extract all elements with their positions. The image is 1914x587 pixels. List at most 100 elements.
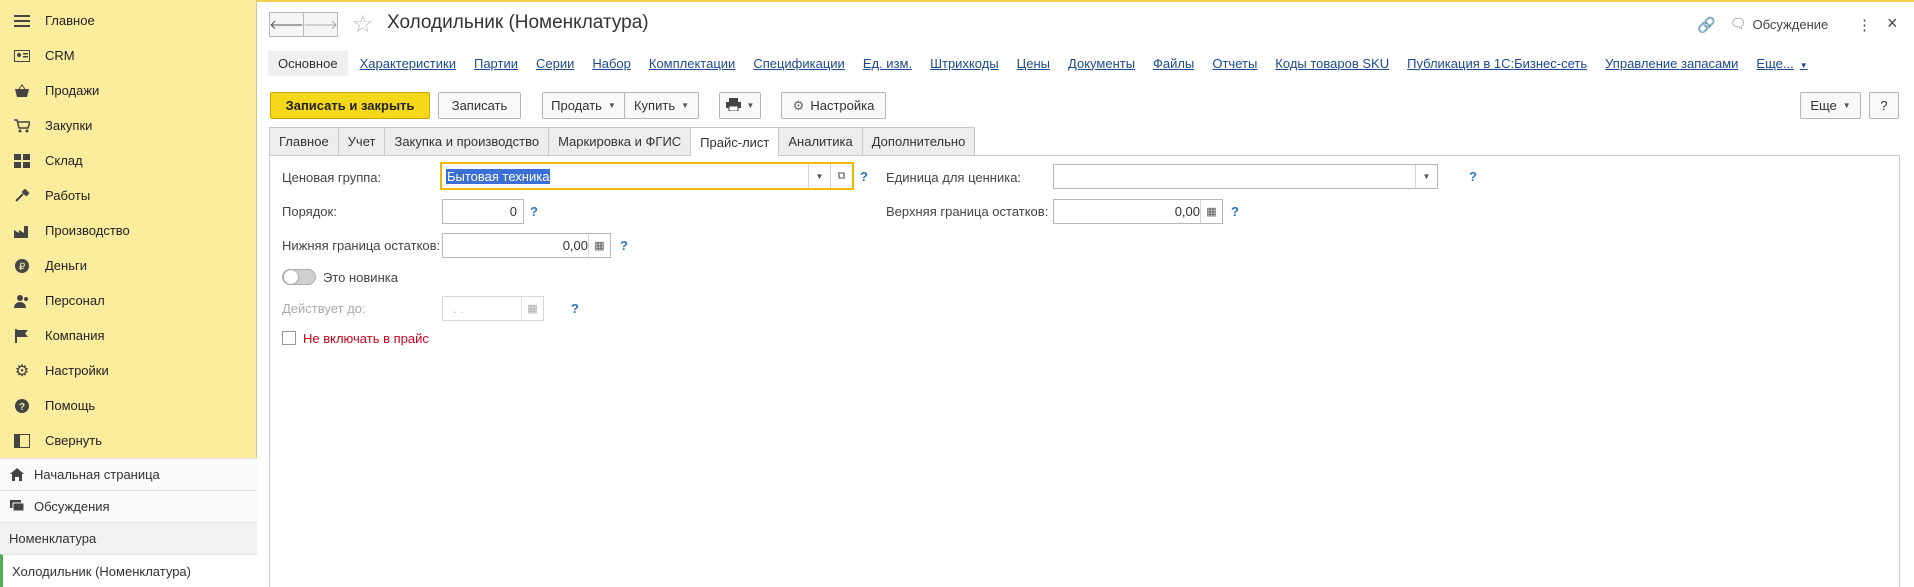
save-button[interactable]: Записать <box>438 92 521 119</box>
sidebar-item-company[interactable]: Компания <box>0 319 257 352</box>
close-icon: × <box>1887 13 1898 33</box>
tab-purchase-production[interactable]: Закупка и производство <box>384 127 550 155</box>
back-button[interactable]: 🡐 <box>269 12 304 37</box>
link-main[interactable]: Основное <box>268 50 348 76</box>
tab-price-list[interactable]: Прайс-лист <box>690 127 780 156</box>
valid-until-field[interactable]: . . ▦ <box>442 296 544 321</box>
sidebar-discussions[interactable]: Обсуждения <box>0 490 257 522</box>
link-series[interactable]: Серии <box>536 56 574 71</box>
link-prices[interactable]: Цены <box>1017 56 1050 71</box>
basket-icon <box>12 81 32 101</box>
buy-button[interactable]: Купить ▼ <box>624 92 699 119</box>
sidebar-item-label: CRM <box>45 48 75 63</box>
more-label: Еще <box>1810 98 1837 113</box>
new-product-label: Это новинка <box>323 270 398 285</box>
tools-icon <box>12 186 32 206</box>
sidebar-open-item[interactable]: Холодильник (Номенклатура) <box>0 554 257 587</box>
link-barcodes[interactable]: Штрихкоды <box>930 56 999 71</box>
sidebar-item-production[interactable]: Производство <box>0 214 257 247</box>
favorite-star-icon[interactable]: ☆ <box>352 10 374 39</box>
chevron-down-icon[interactable]: ▼ <box>808 164 830 188</box>
calendar-icon[interactable]: ▦ <box>521 297 543 320</box>
price-group-help-icon[interactable]: ? <box>860 169 868 184</box>
tab-additional[interactable]: Дополнительно <box>861 127 976 155</box>
sidebar-item-label: Главное <box>45 13 95 28</box>
sidebar-item-works[interactable]: Работы <box>0 179 257 212</box>
min-stock-field[interactable]: 0,00 ▦ <box>442 233 611 258</box>
sidebar-item-money[interactable]: ₽ Деньги <box>0 249 257 282</box>
discuss-button[interactable]: 🗨 Обсуждение <box>1730 16 1828 32</box>
open-icon[interactable]: ⧉ <box>830 164 852 188</box>
link-icon: 🔗 <box>1697 17 1716 34</box>
sidebar-item-collapse[interactable]: Свернуть <box>0 424 257 457</box>
sidebar-item-sales[interactable]: Продажи <box>0 74 257 107</box>
order-field[interactable]: 0 <box>442 199 524 224</box>
link-kits[interactable]: Комплектации <box>649 56 735 71</box>
order-label: Порядок: <box>282 204 337 219</box>
sell-label: Продать <box>551 98 602 113</box>
discussions-label: Обсуждения <box>34 499 110 514</box>
tab-accounting[interactable]: Учет <box>337 127 386 155</box>
valid-until-help-icon[interactable]: ? <box>571 301 579 316</box>
toggle-knob <box>283 269 299 285</box>
link-button[interactable]: 🔗 <box>1697 16 1716 34</box>
sidebar-item-personnel[interactable]: Персонал <box>0 284 257 317</box>
link-characteristics[interactable]: Характеристики <box>360 56 456 71</box>
tab-marking[interactable]: Маркировка и ФГИС <box>548 127 692 155</box>
price-group-selected-text: Бытовая техника <box>446 169 551 184</box>
section-label: Номенклатура <box>9 531 97 546</box>
sidebar-item-label: Работы <box>45 188 91 203</box>
sidebar-item-purchases[interactable]: Закупки <box>0 109 257 142</box>
order-help-icon[interactable]: ? <box>530 204 538 219</box>
link-specifications[interactable]: Спецификации <box>753 56 845 71</box>
sidebar-item-crm[interactable]: CRM <box>0 39 257 72</box>
settings-button[interactable]: ⚙ Настройка <box>781 92 886 119</box>
sidebar-item-main[interactable]: Главное <box>0 4 257 37</box>
close-button[interactable]: × <box>1887 13 1898 34</box>
link-batches[interactable]: Партии <box>474 56 518 71</box>
sidebar-item-warehouse[interactable]: Склад <box>0 144 257 177</box>
price-group-field[interactable]: Бытовая техника ▼ ⧉ <box>440 162 854 190</box>
new-product-toggle[interactable] <box>282 269 316 285</box>
page-title: Холодильник (Номенклатура) <box>387 12 649 33</box>
link-sku-codes[interactable]: Коды товаров SKU <box>1275 56 1389 71</box>
sidebar-item-help[interactable]: ? Помощь <box>0 389 257 422</box>
link-documents[interactable]: Документы <box>1068 56 1135 71</box>
max-stock-field[interactable]: 0,00 ▦ <box>1053 199 1223 224</box>
valid-until-label: Действует до: <box>282 301 366 316</box>
sidebar-section[interactable]: Номенклатура <box>0 522 257 554</box>
link-more[interactable]: Еще... ▼ <box>1756 56 1807 71</box>
chevron-down-icon: ▼ <box>1842 101 1851 110</box>
link-units[interactable]: Ед. изм. <box>863 56 912 71</box>
help-button[interactable]: ? <box>1869 92 1899 119</box>
form-links-bar: Основное Характеристики Партии Серии Наб… <box>268 50 1826 76</box>
more-actions-button[interactable]: ⋮ <box>1857 16 1872 34</box>
forward-button[interactable]: 🡒 <box>303 12 338 37</box>
link-stock-management[interactable]: Управление запасами <box>1605 56 1738 71</box>
link-reports[interactable]: Отчеты <box>1212 56 1257 71</box>
save-and-close-button[interactable]: Записать и закрыть <box>270 92 430 119</box>
sidebar-item-settings[interactable]: ⚙ Настройки <box>0 354 257 387</box>
print-button[interactable]: ▼ <box>719 92 761 119</box>
min-stock-help-icon[interactable]: ? <box>620 238 628 253</box>
chat-icon: 🗨 <box>1730 16 1747 31</box>
tab-analytics[interactable]: Аналитика <box>778 127 863 155</box>
sidebar-item-label: Настройки <box>45 363 109 378</box>
max-stock-help-icon[interactable]: ? <box>1231 204 1239 219</box>
sell-button[interactable]: Продать ▼ <box>542 92 625 119</box>
sidebar-home[interactable]: Начальная страница <box>0 458 257 490</box>
more-button[interactable]: Еще ▼ <box>1800 92 1861 119</box>
calculator-icon[interactable]: ▦ <box>588 234 610 257</box>
chevron-down-icon[interactable]: ▼ <box>1415 165 1437 188</box>
link-publication[interactable]: Публикация в 1С:Бизнес-сеть <box>1407 56 1587 71</box>
link-set[interactable]: Набор <box>592 56 631 71</box>
exclude-from-price-checkbox[interactable] <box>282 331 296 345</box>
sidebar-item-label: Закупки <box>45 118 93 133</box>
form-header: 🡐 🡒 ☆ Холодильник (Номенклатура) 🔗 🗨 Обс… <box>257 2 1914 46</box>
link-files[interactable]: Файлы <box>1153 56 1194 71</box>
price-tag-unit-help-icon[interactable]: ? <box>1469 169 1477 184</box>
tab-main[interactable]: Главное <box>269 127 339 155</box>
sidebar-item-label: Производство <box>45 223 130 238</box>
price-tag-unit-field[interactable]: ▼ <box>1053 164 1438 189</box>
calculator-icon[interactable]: ▦ <box>1200 200 1222 223</box>
